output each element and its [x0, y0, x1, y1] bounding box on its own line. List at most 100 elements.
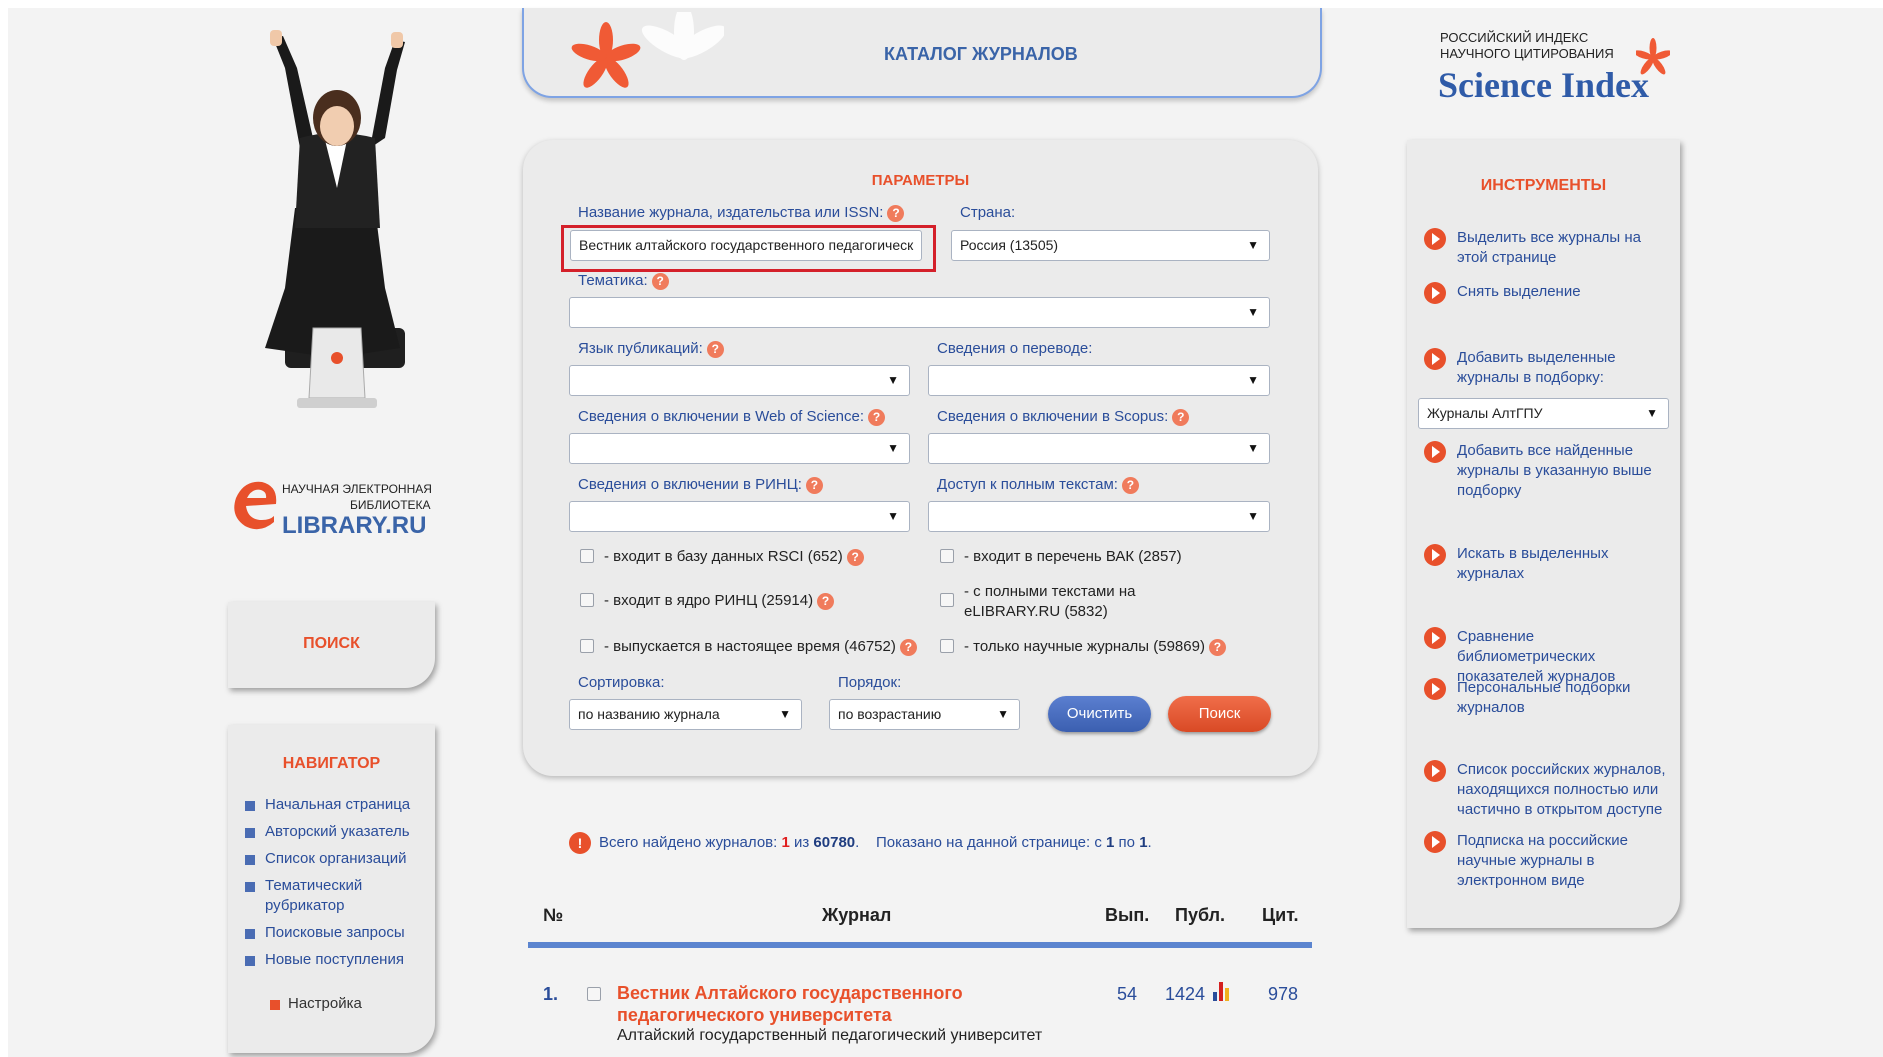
- clear-button[interactable]: Очистить: [1048, 696, 1151, 732]
- catalog-title: КАТАЛОГ ЖУРНАЛОВ: [884, 44, 1078, 64]
- science-index-logo[interactable]: Science Index: [1438, 64, 1649, 106]
- help-icon[interactable]: ?: [868, 408, 886, 426]
- chevron-down-icon: ▼: [779, 707, 791, 721]
- tool-select-all[interactable]: Выделить все журналы на этой странице: [1424, 228, 1674, 268]
- elibrary-line2: БИБЛИОТЕКА: [350, 498, 431, 512]
- info-icon: !: [569, 832, 591, 854]
- chevron-down-icon: ▼: [1247, 305, 1259, 319]
- wos-select[interactable]: ▼: [569, 433, 910, 464]
- nav-settings-link[interactable]: Настройка: [270, 995, 362, 1012]
- current-checkbox[interactable]: [580, 639, 594, 653]
- help-icon[interactable]: ?: [1208, 638, 1226, 656]
- chevron-down-icon: ▼: [887, 373, 899, 387]
- help-icon[interactable]: ?: [706, 340, 724, 358]
- help-icon[interactable]: ?: [651, 272, 669, 290]
- tool-subscription[interactable]: Подписка на российские научные журналы в…: [1424, 831, 1674, 891]
- tool-deselect[interactable]: Снять выделение: [1424, 282, 1674, 304]
- rinc-select[interactable]: ▼: [569, 501, 910, 532]
- sort-label: Сортировка:: [578, 674, 665, 691]
- nav-item-new[interactable]: Новые поступления: [245, 950, 415, 970]
- column-citations[interactable]: Цит.: [1262, 905, 1298, 926]
- scopus-select[interactable]: ▼: [928, 433, 1270, 464]
- help-icon[interactable]: ?: [1172, 408, 1190, 426]
- country-label: Страна:: [960, 204, 1016, 221]
- fulltext-checkbox[interactable]: [940, 593, 954, 607]
- topic-label: Тематика:?: [578, 272, 669, 290]
- search-link[interactable]: ПОИСК: [228, 635, 435, 653]
- row-issues[interactable]: 54: [1117, 984, 1137, 1005]
- order-select[interactable]: по возрастанию ▼: [829, 699, 1020, 730]
- elibrary-line1: НАУЧНАЯ ЭЛЕКТРОННАЯ: [282, 482, 432, 496]
- column-publications[interactable]: Публ.: [1175, 905, 1225, 926]
- nav-item-authors[interactable]: Авторский указатель: [245, 822, 415, 842]
- scopus-label: Сведения о включении в Scopus:?: [937, 408, 1190, 426]
- tools-title: ИНСТРУМЕНТЫ: [1480, 177, 1607, 194]
- country-select[interactable]: Россия (13505) ▼: [951, 230, 1270, 261]
- help-icon[interactable]: ?: [887, 204, 905, 222]
- scientific-checkbox[interactable]: [940, 639, 954, 653]
- arrow-right-icon: [1424, 544, 1446, 566]
- collection-select[interactable]: Журналы АлтГПУ ▼: [1418, 398, 1669, 429]
- search-panel[interactable]: ПОИСК: [228, 602, 435, 688]
- chevron-down-icon: ▼: [1247, 441, 1259, 455]
- chevron-down-icon: ▼: [1247, 238, 1259, 252]
- column-journal: Журнал: [822, 905, 892, 925]
- journal-name-label: Название журнала, издательства или ISSN:…: [578, 204, 905, 222]
- arrow-right-icon: [1424, 627, 1446, 649]
- tool-search-selected[interactable]: Искать в выделенных журналах: [1424, 544, 1674, 584]
- help-icon[interactable]: ?: [817, 592, 835, 610]
- search-button[interactable]: Поиск: [1168, 696, 1271, 732]
- chevron-down-icon: ▼: [1247, 509, 1259, 523]
- tool-personal-collections[interactable]: Персональные подборки журналов: [1424, 678, 1674, 718]
- elibrary-name: LIBRARY.RU: [282, 512, 427, 539]
- elibrary-logo[interactable]: НАУЧНАЯ ЭЛЕКТРОННАЯ БИБЛИОТЕКА LIBRARY.R…: [230, 470, 435, 548]
- tool-add-selected[interactable]: Добавить выделенные журналы в подборку:: [1424, 348, 1674, 388]
- translation-select[interactable]: ▼: [928, 365, 1270, 396]
- help-icon[interactable]: ?: [1121, 476, 1139, 494]
- asterisk-decoration-icon: [571, 12, 724, 88]
- nav-item-home[interactable]: Начальная страница: [245, 795, 415, 815]
- vak-checkbox-label: - входит в перечень ВАК (2857): [964, 548, 1182, 565]
- tool-open-access[interactable]: Список российских журналов, находящихся …: [1424, 760, 1674, 820]
- vak-checkbox[interactable]: [940, 549, 954, 563]
- rsci-checkbox[interactable]: [580, 549, 594, 563]
- nav-item-organizations[interactable]: Список организаций: [245, 849, 415, 869]
- topic-select[interactable]: ▼: [569, 297, 1270, 328]
- chevron-down-icon: ▼: [887, 441, 899, 455]
- row-publications[interactable]: 1424: [1165, 984, 1205, 1005]
- rinc-core-checkbox[interactable]: [580, 593, 594, 607]
- fulltext-access-label: Доступ к полным текстам:?: [937, 476, 1139, 494]
- help-icon[interactable]: ?: [899, 638, 917, 656]
- nav-item-queries[interactable]: Поисковые запросы: [245, 923, 415, 943]
- row-citations[interactable]: 978: [1268, 984, 1298, 1005]
- results-summary: Всего найдено журналов: 1 из 60780. Пока…: [599, 834, 1152, 851]
- bar-chart-icon[interactable]: [1212, 980, 1232, 1002]
- nav-item-rubricator[interactable]: Тематический рубрикатор: [245, 876, 415, 916]
- chevron-down-icon: ▼: [1247, 373, 1259, 387]
- journal-title-link[interactable]: Вестник Алтайского государственного педа…: [617, 982, 1007, 1026]
- rinc-brand-line2: НАУЧНОГО ЦИТИРОВАНИЯ: [1440, 46, 1614, 61]
- arrow-right-icon: [1424, 678, 1446, 700]
- arrow-right-icon: [1424, 760, 1446, 782]
- sort-select[interactable]: по названию журнала ▼: [569, 699, 802, 730]
- current-checkbox-label: - выпускается в настоящее время (46752)?: [604, 637, 917, 657]
- column-issues[interactable]: Вып.: [1105, 905, 1149, 926]
- language-select[interactable]: ▼: [569, 365, 910, 396]
- column-num: №: [543, 905, 564, 925]
- help-icon[interactable]: ?: [846, 548, 864, 566]
- rinc-label: Сведения о включении в РИНЦ:?: [578, 476, 823, 494]
- rsci-checkbox-label: - входит в базу данных RSCI (652)?: [604, 547, 864, 567]
- scientific-checkbox-label: - только научные журналы (59869)?: [964, 637, 1226, 657]
- tool-add-all[interactable]: Добавить все найденные журналы в указанн…: [1424, 441, 1674, 501]
- fulltext-checkbox-label: - с полными текстами на eLIBRARY.RU (583…: [964, 583, 1136, 620]
- translation-label: Сведения о переводе:: [937, 340, 1093, 357]
- asterisk-icon: [1636, 38, 1670, 75]
- arrow-right-icon: [1424, 441, 1446, 463]
- help-icon[interactable]: ?: [805, 476, 823, 494]
- arrow-right-icon: [1424, 831, 1446, 853]
- rinc-brand-text: РОССИЙСКИЙ ИНДЕКС НАУЧНОГО ЦИТИРОВАНИЯ: [1440, 30, 1614, 62]
- row-checkbox[interactable]: [587, 987, 601, 1001]
- chevron-down-icon: ▼: [1646, 406, 1658, 420]
- fulltext-access-select[interactable]: ▼: [928, 501, 1270, 532]
- arrow-right-icon: [1424, 228, 1446, 250]
